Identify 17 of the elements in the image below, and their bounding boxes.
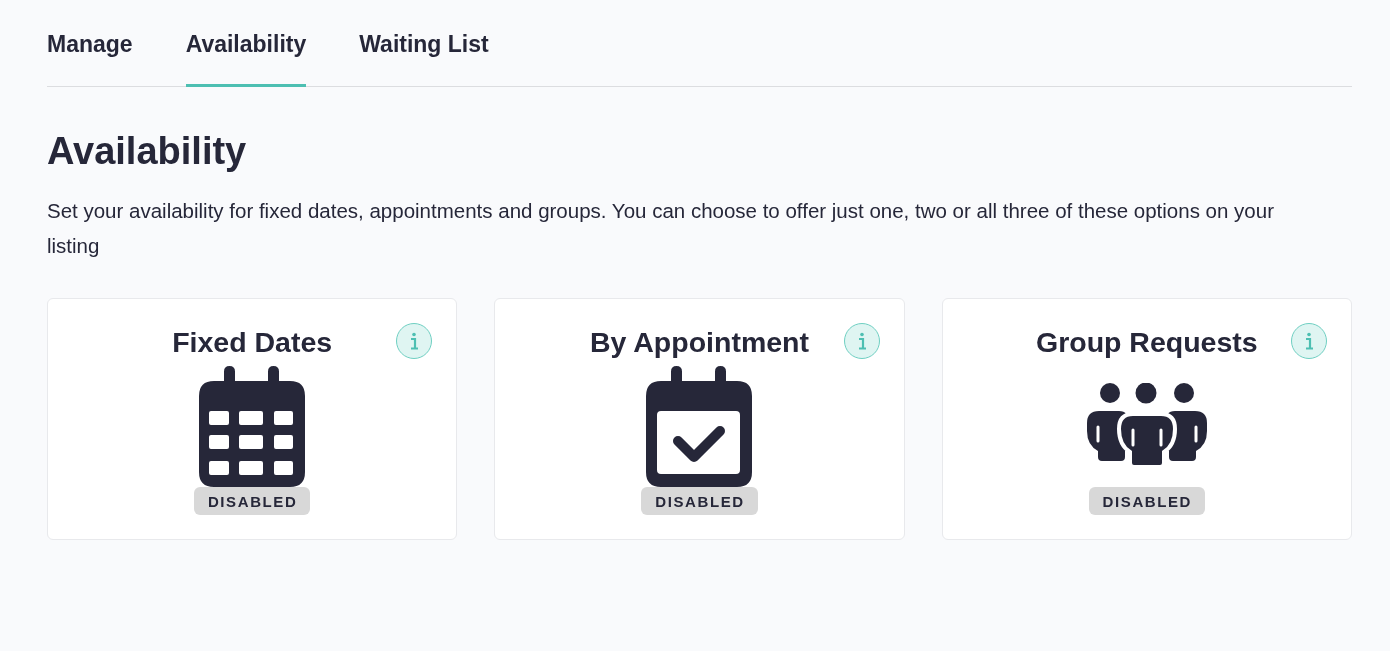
status-label: DISABLED — [1088, 486, 1206, 516]
info-icon[interactable] — [843, 323, 880, 360]
status-label: DISABLED — [193, 486, 311, 516]
card-title: Group Requests — [1035, 326, 1258, 359]
tab[interactable]: Manage — [47, 31, 133, 88]
page-description: Set your availability for fixed dates, appointments and groups. You can choose to offer just one, two or all three of these options on your listing — [47, 198, 1275, 260]
calendar-check-icon — [646, 365, 753, 487]
page-heading: Availability — [47, 130, 248, 175]
info-icon[interactable] — [396, 323, 433, 360]
card-title: By Appointment — [590, 326, 809, 359]
people-icon — [1086, 382, 1207, 467]
card-title: Fixed Dates — [172, 326, 333, 359]
status-label: DISABLED — [641, 486, 758, 516]
calendar-icon — [199, 365, 306, 487]
tab[interactable]: Availability — [185, 31, 307, 88]
info-icon[interactable] — [1291, 323, 1327, 360]
tab[interactable]: Waiting List — [359, 31, 489, 88]
